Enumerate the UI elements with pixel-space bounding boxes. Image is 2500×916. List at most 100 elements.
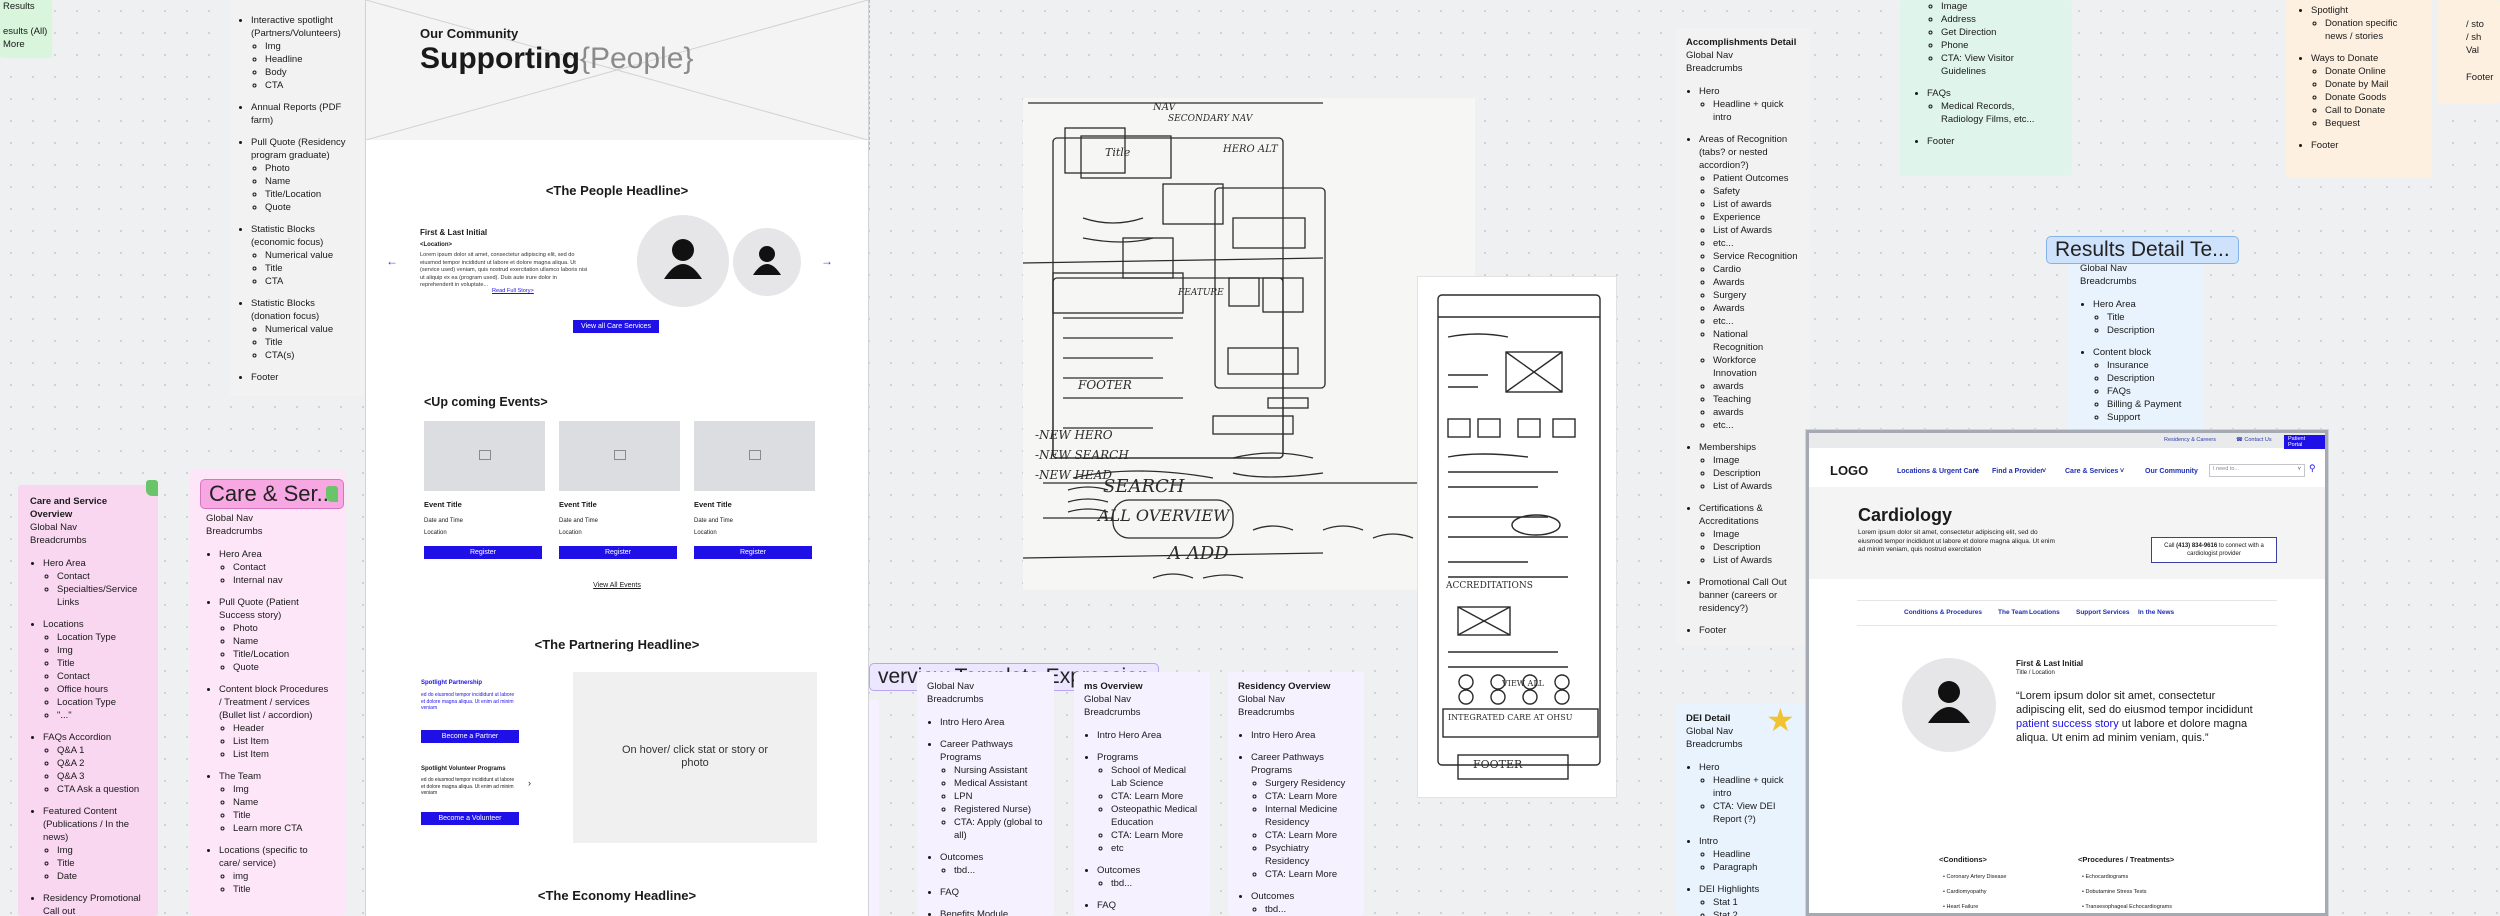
sub-nav-link[interactable]: Support Services <box>2076 609 2129 616</box>
outline-sublist: Donate OnlineDonate by MailDonate GoodsC… <box>2311 65 2420 130</box>
site-logo[interactable]: LOGO <box>1830 463 1868 478</box>
outline-subitem: etc... <box>1713 237 1800 250</box>
bullet-text: Transesophageal Echocardiograms <box>2085 904 2172 910</box>
list-item: • Cardiomyopathy <box>1943 889 1987 895</box>
become-partner-button[interactable]: Become a Partner <box>421 730 519 743</box>
outline-subitem: Name <box>233 796 330 809</box>
patient-portal-button[interactable]: Patient Portal <box>2284 435 2325 449</box>
search-field[interactable]: I need to... ˅ <box>2209 464 2305 477</box>
sub-nav-link[interactable]: Conditions & Procedures <box>1904 609 1982 616</box>
sub-nav-link[interactable]: In the News <box>2138 609 2174 616</box>
outline-subitem: CTA(s) <box>265 349 356 362</box>
results-detail-tag[interactable]: Results Detail Te... <box>2046 236 2239 264</box>
outline-item: Hero AreaTitleDescription <box>2093 298 2192 337</box>
note-meta-line: Breadcrumbs <box>1686 739 1743 750</box>
cardiology-page-mockup: Residency & Careers ☎ Contact Us Patient… <box>1806 430 2328 916</box>
outline-item-label: Pull Quote (Patient Success story) <box>219 597 299 621</box>
outline-subitem: School of Medical Lab Science <box>1111 764 1200 790</box>
outline-subitem: CTA: View Visitor Guidelines <box>1941 52 2058 78</box>
outline-item-label: Areas of Recognition (tabs? or nested ac… <box>1699 134 1788 171</box>
outline-subitem: Billing & Payment <box>2107 398 2192 411</box>
outline-subitem: Title <box>265 336 356 349</box>
utility-link-residency[interactable]: Residency & Careers <box>2164 437 2216 443</box>
success-story-link[interactable]: patient success story <box>2016 718 2119 730</box>
outline-subitem: Headline <box>265 53 356 66</box>
outline-subitem: etc... <box>1713 315 1800 328</box>
outline-item-label: Certifications & Accreditations <box>1699 503 1763 527</box>
call-phone[interactable]: (413) 834-9616 <box>2176 543 2217 549</box>
outline-subitem: Headline + quick intro <box>1713 774 1800 800</box>
care-service-detail-note: Global Nav Breadcrumbs Hero AreaContactInt… <box>190 470 346 916</box>
outline-subitem: CTA <box>265 79 356 92</box>
nav-find-provider[interactable]: Find a Provider <box>1992 468 2043 475</box>
person-icon <box>753 246 781 275</box>
outline-item-label: Pull Quote (Residency program graduate) <box>251 137 346 161</box>
register-button[interactable]: Register <box>559 546 677 559</box>
outline-sublist: imgTitle <box>219 870 330 896</box>
outline-subitem: Workforce Innovation <box>1713 354 1800 380</box>
expand-chevron-icon[interactable]: › <box>528 778 531 788</box>
outline-subitem: Description <box>1713 541 1800 554</box>
outline-subitem: tbd... <box>1265 903 1354 916</box>
career-pathways-overview-note: Global Nav Breadcrumbs Intro Hero Area Care… <box>917 672 1054 916</box>
care-service-overview-note: Care and Service Overview Global Nav Bread… <box>18 485 158 916</box>
sketch-label: -NEW SEARCH <box>1035 448 1129 462</box>
outline-item-label: Career Pathways Programs <box>1251 752 1324 776</box>
bullet-text: Heart Failure <box>1946 904 1979 910</box>
sub-nav-link[interactable]: Locations <box>2029 609 2060 616</box>
sub-nav-link[interactable]: The Team <box>1998 609 2028 616</box>
outline-subitem: Surgery Residency <box>1265 777 1354 790</box>
outline-item-label: Promotional Call Out banner (careers or … <box>1699 577 1787 614</box>
call-to-connect-box[interactable]: Call (413) 834-9616 to connect with a ca… <box>2151 537 2277 563</box>
results-detail-note: Global NavBreadcrumbsHero AreaTitleDescr… <box>2068 252 2204 434</box>
outline-subitem: "..." <box>57 709 146 722</box>
view-all-care-button[interactable]: View all Care Services <box>573 320 659 333</box>
become-volunteer-button[interactable]: Become a Volunteer <box>421 812 519 825</box>
note-title: ms Overview <box>1084 681 1143 692</box>
outline-subitem: Image <box>1941 0 2058 13</box>
register-button[interactable]: Register <box>424 546 542 559</box>
outline-item: Footer <box>2311 139 2420 152</box>
outline-subitem: Photo <box>233 622 330 635</box>
outline-item: FAQsMedical Records, Radiology Films, et… <box>1927 87 2058 126</box>
nav-our-community[interactable]: Our Community <box>2145 468 2198 475</box>
outline-subitem: Title/Location <box>265 188 356 201</box>
nav-chevron-down-icon[interactable]: ˅ <box>1974 468 1978 475</box>
programs-overview-note: ms Overview Global Nav Breadcrumbs Intro He… <box>1074 672 1210 916</box>
outline-list: Intro Hero Area ProgramsSchool of Medical… <box>1084 729 1200 912</box>
call-text-a: Call <box>2164 543 2177 549</box>
nav-locations[interactable]: Locations & Urgent Care <box>1897 468 1979 475</box>
outline-list: Hero AreaContactSpecialties/Service Link… <box>30 557 146 916</box>
nav-care-services[interactable]: Care & Services <box>2065 468 2118 475</box>
outline-item: Residency Promotional Call out <box>43 892 146 916</box>
outline-subitem: Medical Assistant <box>954 777 1044 790</box>
nav-chevron-down-icon[interactable]: ˅ <box>2120 468 2124 475</box>
sketch-label: FOOTER <box>1473 758 1523 771</box>
partnering-headline: <The Partnering Headline> <box>534 637 700 652</box>
outline-item: Statistic Blocks (economic focus)Numeric… <box>251 223 356 288</box>
carousel-next-arrow-icon[interactable]: → <box>821 254 833 268</box>
outline-sublist: PhotoNameTitle/LocationQuote <box>219 622 330 674</box>
outline-subitem: Title <box>233 883 330 896</box>
outline-item: Hero AreaContactSpecialties/Service Link… <box>43 557 146 609</box>
sketch-label: NAV <box>1153 102 1176 113</box>
search-icon[interactable]: ⚲ <box>2309 463 2316 474</box>
view-all-events-link[interactable]: View All Events <box>366 582 868 589</box>
outline-sublist: ImageAddressGet DirectionPhoneCTA: View … <box>1927 0 2058 78</box>
utility-link-contact[interactable]: ☎ Contact Us <box>2236 437 2272 443</box>
outline-sublist: Numerical valueTitleCTA <box>251 249 356 288</box>
outline-subitem: Awards <box>1713 302 1800 315</box>
outline-item: Benefits Module <box>940 908 1044 916</box>
outline-item: Career Pathways ProgramsNursing Assistan… <box>940 738 1044 842</box>
read-story-link[interactable]: Read Full Story> <box>492 288 534 294</box>
care-service-tag[interactable]: Care & Ser... <box>200 479 344 509</box>
carousel-prev-arrow-icon[interactable]: ← <box>386 254 398 268</box>
outline-subitem: Title/Location <box>233 648 330 661</box>
outline-sublist: Location TypeImgTitleContactOffice hours… <box>43 631 146 722</box>
outline-subitem: etc <box>1111 842 1200 855</box>
register-button[interactable]: Register <box>694 546 812 559</box>
outline-sublist: PhotoNameTitle/LocationQuote <box>251 162 356 214</box>
outline-item: ImageAddressGet DirectionPhoneCTA: View … <box>1927 0 2058 78</box>
star-icon[interactable]: ★ <box>1766 704 1795 736</box>
nav-chevron-down-icon[interactable]: ˅ <box>2042 468 2046 475</box>
